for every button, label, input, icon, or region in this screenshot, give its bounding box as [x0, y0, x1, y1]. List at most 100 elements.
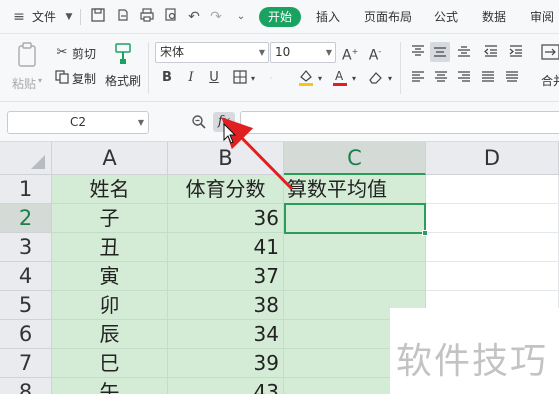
cell-a5[interactable]: 卯 — [52, 291, 168, 320]
clear-format-dropdown-icon[interactable]: ▾ — [385, 71, 395, 87]
underline-icon[interactable]: U — [206, 70, 222, 86]
italic-icon[interactable]: I — [183, 70, 199, 86]
cell-a2[interactable]: 子 — [52, 204, 168, 233]
name-box-dropdown-icon[interactable]: ▼ — [138, 112, 144, 133]
row-header-1[interactable]: 1 — [0, 175, 52, 204]
cell-d1[interactable] — [426, 175, 559, 204]
cell-a8[interactable]: 午 — [52, 378, 168, 394]
distributed-align-icon[interactable] — [504, 70, 520, 86]
cell-b1[interactable]: 体育分数 — [168, 175, 284, 204]
font-name-select[interactable]: 宋体 ▼ — [155, 42, 269, 63]
insert-function-button[interactable]: fx — [213, 112, 235, 132]
font-name-dropdown-icon[interactable]: ▼ — [259, 43, 265, 62]
column-header-b[interactable]: B — [168, 142, 284, 175]
select-all-corner[interactable] — [0, 142, 52, 175]
copy-button[interactable]: 复制 — [72, 70, 96, 87]
cell-b8[interactable]: 43 — [168, 378, 284, 394]
row-header-6[interactable]: 6 — [0, 320, 52, 349]
merge-center-icon[interactable] — [541, 42, 559, 64]
paste-dropdown-icon[interactable]: ▾ — [38, 76, 42, 85]
align-middle-icon[interactable] — [430, 42, 450, 62]
cell-d4[interactable] — [426, 262, 559, 291]
tab-insert[interactable]: 插入 — [316, 9, 340, 25]
increase-indent-icon[interactable] — [508, 44, 524, 60]
increase-font-icon[interactable]: A+ — [342, 44, 358, 64]
cell-a4[interactable]: 寅 — [52, 262, 168, 291]
align-left-icon[interactable] — [410, 70, 426, 86]
row-header-3[interactable]: 3 — [0, 233, 52, 262]
paste-icon[interactable] — [15, 42, 39, 68]
cell-b2[interactable]: 36 — [168, 204, 284, 233]
format-painter-icon[interactable] — [113, 42, 133, 66]
name-box-value: C2 — [69, 115, 86, 129]
name-box[interactable]: C2 ▼ — [7, 111, 149, 134]
font-size-dropdown-icon[interactable]: ▼ — [326, 43, 332, 62]
row-header-7[interactable]: 7 — [0, 349, 52, 378]
merge-center-button[interactable]: 合并 — [541, 72, 559, 89]
column-header-a[interactable]: A — [52, 142, 168, 175]
cell-b7[interactable]: 39 — [168, 349, 284, 378]
cell-d3[interactable] — [426, 233, 559, 262]
column-header-c[interactable]: C — [284, 142, 426, 175]
formula-input[interactable] — [240, 111, 559, 134]
decrease-font-icon[interactable]: A- — [367, 44, 383, 64]
customize-toolbar-icon[interactable]: ⌄ — [232, 8, 250, 26]
zoom-formula-icon[interactable] — [191, 114, 207, 130]
redo-icon[interactable]: ↷ — [207, 8, 225, 26]
cell-b3[interactable]: 41 — [168, 233, 284, 262]
print-icon[interactable] — [138, 8, 156, 26]
font-color-icon[interactable]: A — [332, 68, 348, 86]
cell-b5[interactable]: 38 — [168, 291, 284, 320]
font-color-dropdown-icon[interactable]: ▾ — [349, 71, 359, 87]
align-bottom-icon[interactable] — [456, 44, 472, 60]
formula-bar: C2 ▼ fx — [0, 102, 559, 142]
cell-a1[interactable]: 姓名 — [52, 175, 168, 204]
format-painter-button[interactable]: 格式刷 — [105, 72, 141, 89]
cut-icon[interactable]: ✂ — [54, 45, 70, 61]
decrease-indent-icon[interactable] — [483, 44, 499, 60]
row-header-2[interactable]: 2 — [0, 204, 52, 233]
file-menu[interactable]: 文件 — [32, 9, 56, 25]
justify-icon[interactable] — [480, 70, 496, 86]
copy-icon[interactable] — [54, 70, 70, 86]
cell-b6[interactable]: 34 — [168, 320, 284, 349]
save-icon[interactable] — [89, 8, 107, 26]
row-header-5[interactable]: 5 — [0, 291, 52, 320]
clear-format-icon[interactable] — [368, 69, 384, 85]
print-preview-icon[interactable] — [162, 8, 180, 26]
cell-c4[interactable] — [284, 262, 426, 291]
bold-icon[interactable]: B — [159, 70, 175, 86]
cell-a3[interactable]: 丑 — [52, 233, 168, 262]
cut-button[interactable]: 剪切 — [72, 45, 96, 62]
file-dropdown-icon[interactable]: ▼ — [60, 8, 78, 26]
export-icon[interactable] — [114, 8, 132, 26]
cell-d2[interactable] — [426, 204, 559, 233]
paste-button[interactable]: 粘贴 — [12, 75, 36, 92]
borders-icon[interactable] — [232, 70, 248, 86]
hamburger-menu-icon[interactable]: ≡ — [10, 8, 28, 26]
cell-c3[interactable] — [284, 233, 426, 262]
tab-review[interactable]: 审阅 — [530, 9, 554, 25]
undo-icon[interactable]: ↶ — [185, 8, 203, 26]
fill-color-icon[interactable] — [298, 68, 314, 86]
fill-color-dropdown-icon[interactable]: ▾ — [315, 71, 325, 87]
borders-dropdown-icon[interactable]: ▾ — [248, 71, 258, 87]
cell-a7[interactable]: 巳 — [52, 349, 168, 378]
tab-home[interactable]: 开始 — [259, 7, 301, 27]
fill-handle[interactable] — [422, 230, 428, 236]
tab-data[interactable]: 数据 — [482, 9, 506, 25]
align-top-icon[interactable] — [410, 44, 426, 60]
align-center-icon[interactable] — [433, 70, 449, 86]
column-header-d[interactable]: D — [426, 142, 559, 175]
active-cell-border[interactable] — [284, 203, 426, 234]
cell-b4[interactable]: 37 — [168, 262, 284, 291]
cell-c1[interactable]: 算数平均值 — [284, 175, 426, 204]
ribbon-home: 粘贴 ▾ ✂ 剪切 复制 格式刷 宋体 ▼ 10 ▼ A+ A- B I U ▾… — [0, 34, 559, 102]
cell-a6[interactable]: 辰 — [52, 320, 168, 349]
font-size-select[interactable]: 10 ▼ — [270, 42, 336, 63]
align-right-icon[interactable] — [456, 70, 472, 86]
row-header-4[interactable]: 4 — [0, 262, 52, 291]
tab-page-layout[interactable]: 页面布局 — [364, 9, 412, 25]
tab-formulas[interactable]: 公式 — [434, 9, 458, 25]
row-header-8[interactable]: 8 — [0, 378, 52, 394]
